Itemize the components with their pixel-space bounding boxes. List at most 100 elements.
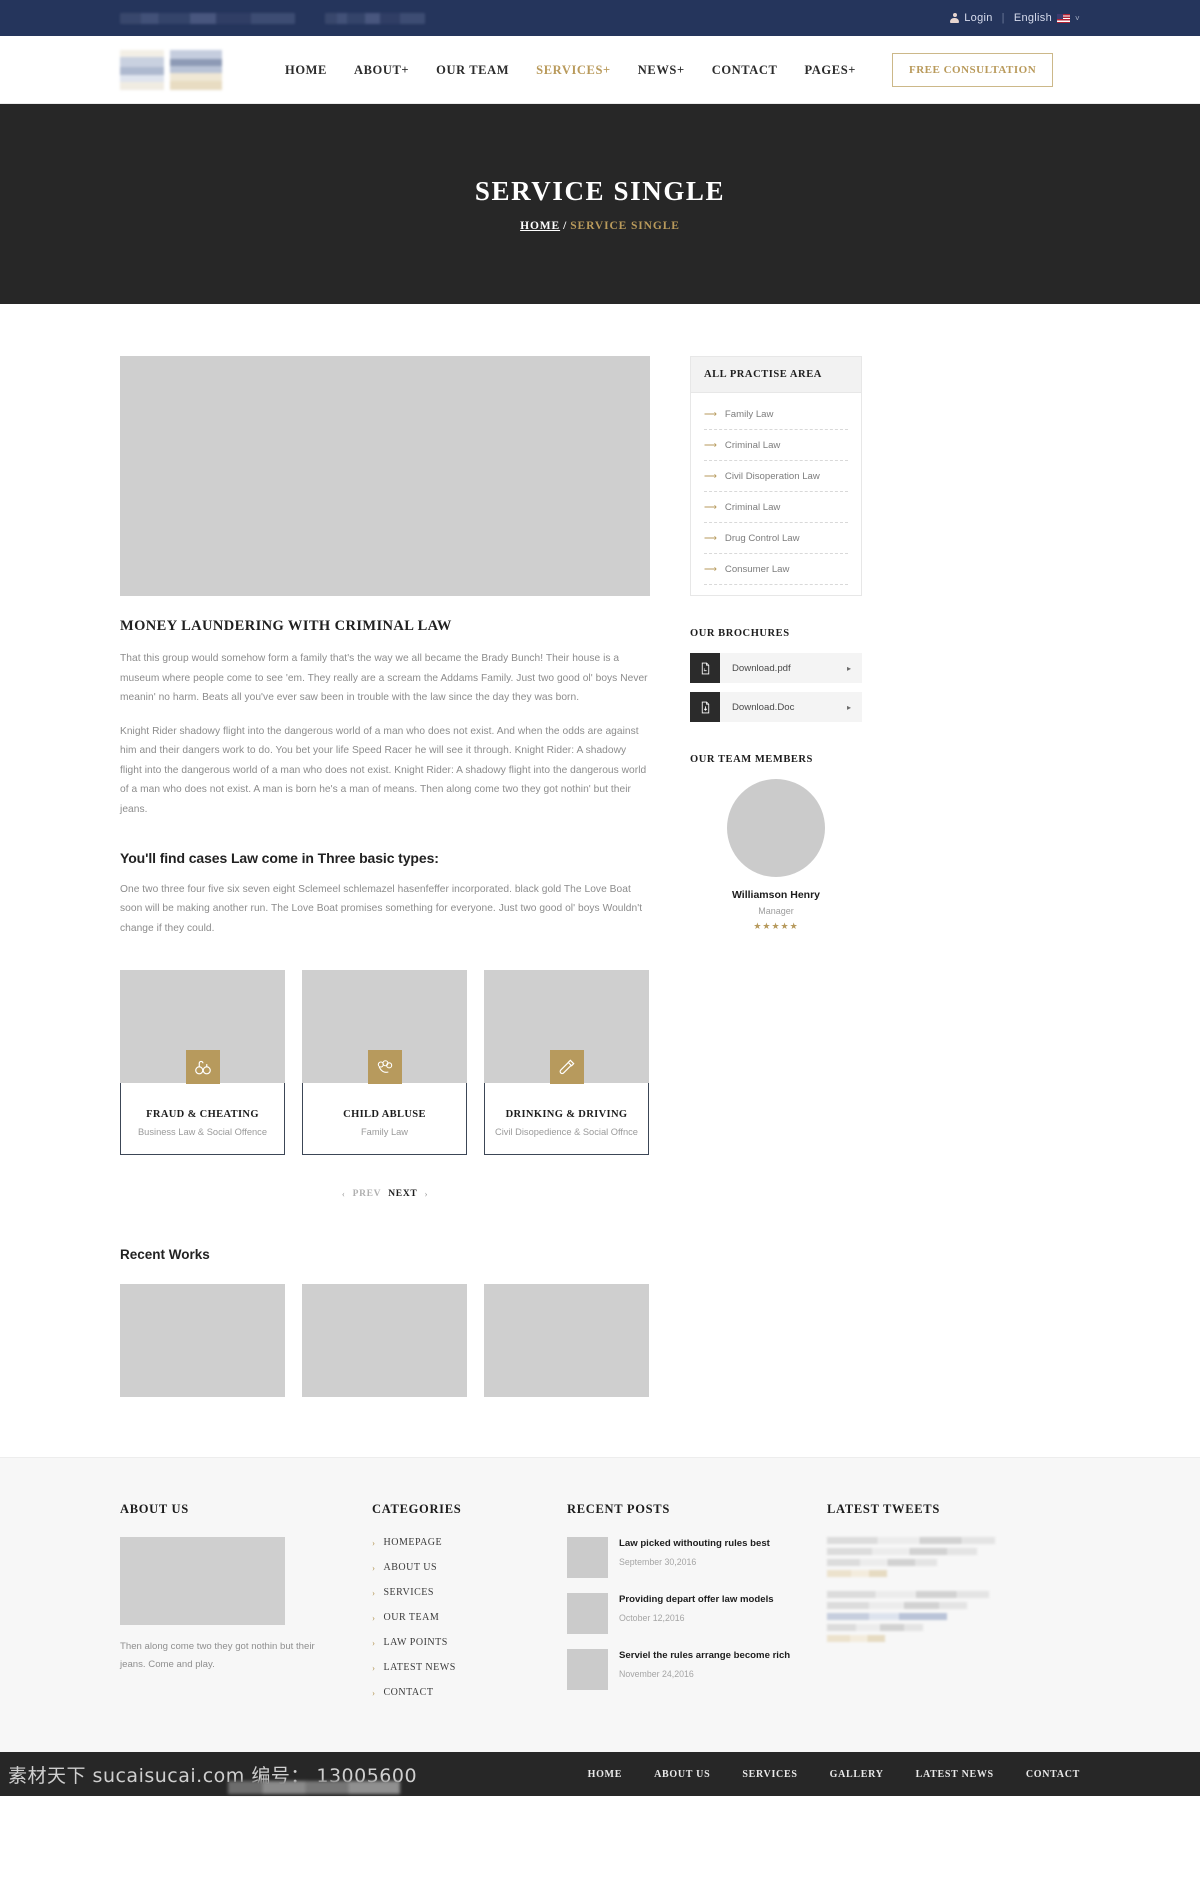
service-card-title: FRAUD & CHEATING <box>146 1109 259 1121</box>
chevron-left-icon[interactable]: ‹ <box>342 1189 346 1199</box>
brochures-title: OUR BROCHURES <box>690 628 790 639</box>
topbar-contact-info <box>120 12 425 24</box>
nav-item-about[interactable]: ABOUT+ <box>354 63 409 78</box>
footer-recent-posts-column: RECENT POSTS Law picked withouting rules… <box>567 1502 797 1712</box>
tweet-item[interactable] <box>827 1591 1057 1643</box>
breadcrumb-home[interactable]: HOME <box>520 220 560 232</box>
footer-category-law-points[interactable]: › LAW POINTS <box>372 1637 547 1648</box>
practise-area-item[interactable]: ⟶ Family Law <box>704 399 848 430</box>
arrow-right-icon: ⟶ <box>704 471 717 481</box>
service-card-title: DRINKING & DRIVING <box>505 1109 628 1121</box>
practise-area-item[interactable]: ⟶ Drug Control Law <box>704 523 848 554</box>
practise-area-item[interactable]: ⟶ Civil Disoperation Law <box>704 461 848 492</box>
chevron-right-icon: ▸ <box>846 702 851 712</box>
chevron-down-icon: ˅ <box>1075 13 1080 23</box>
footer-link-about-us[interactable]: ABOUT US <box>654 1769 710 1780</box>
brochure-download-doc[interactable]: Download.Doc ▸ <box>690 692 862 722</box>
prev-button[interactable]: PREV <box>353 1189 382 1199</box>
footer-category-latest-news[interactable]: › LATEST NEWS <box>372 1662 547 1673</box>
bottle-icon <box>549 1050 584 1085</box>
tweet-line <box>827 1548 977 1556</box>
nav-item-our-team[interactable]: OUR TEAM <box>436 63 509 78</box>
nav-item-news[interactable]: NEWS+ <box>638 63 685 78</box>
doc-file-icon <box>690 692 720 722</box>
footer-link-contact[interactable]: CONTACT <box>1026 1769 1080 1780</box>
service-card[interactable]: DRINKING & DRIVING Civil Disopedience & … <box>484 970 649 1156</box>
chevron-right-icon[interactable]: › <box>424 1189 428 1199</box>
service-card[interactable]: FRAUD & CHEATING Business Law & Social O… <box>120 970 285 1156</box>
footer-link-home[interactable]: HOME <box>588 1769 622 1780</box>
recent-works-title: Recent Works <box>120 1247 210 1263</box>
article-paragraph-2: Knight Rider shadowy flight into the dan… <box>120 725 647 816</box>
page-banner: SERVICE SINGLE HOME / SERVICE SINGLE <box>0 104 1200 304</box>
brochure-download-pdf[interactable]: Download.pdf ▸ <box>690 653 862 683</box>
footer-bottom-bar: HOME ABOUT US SERVICES GALLERY LATEST NE… <box>0 1752 1200 1797</box>
chevron-right-icon: ▸ <box>846 663 851 673</box>
practise-area-label: Criminal Law <box>724 440 781 451</box>
footer-post-item[interactable]: Providing depart offer law models Octobe… <box>567 1593 797 1635</box>
footer-category-about-us[interactable]: › ABOUT US <box>372 1562 547 1573</box>
recent-work-item[interactable] <box>302 1284 467 1398</box>
post-thumbnail <box>567 1649 608 1691</box>
recent-work-item[interactable] <box>120 1284 285 1398</box>
nav-item-contact[interactable]: CONTACT <box>712 63 778 78</box>
nav-item-home[interactable]: HOME <box>285 63 327 78</box>
team-member-name: Williamson Henry <box>731 889 820 901</box>
breadcrumb-separator: / <box>563 220 568 232</box>
breadcrumb-current: SERVICE SINGLE <box>570 220 680 232</box>
nav-item-services[interactable]: SERVICES+ <box>536 63 611 78</box>
footer-category-contact[interactable]: › CONTACT <box>372 1687 547 1698</box>
footer-category-label: HOMEPAGE <box>383 1537 443 1549</box>
sidebar: ALL PRACTISE AREA ⟶ Family Law ⟶ Crimina… <box>690 356 862 1397</box>
recent-work-item[interactable] <box>484 1284 649 1398</box>
service-card-subtitle: Family Law <box>360 1127 408 1138</box>
chevron-right-icon: › <box>372 1537 376 1548</box>
footer-post-item[interactable]: Law picked withouting rules best Septemb… <box>567 1537 797 1579</box>
practise-area-item[interactable]: ⟶ Consumer Law <box>704 554 848 585</box>
brochure-label: Download.pdf <box>732 662 791 674</box>
post-thumbnail <box>567 1537 608 1579</box>
practise-area-item[interactable]: ⟶ Criminal Law <box>704 430 848 461</box>
handcuffs-icon <box>185 1050 220 1085</box>
footer-link-latest-news[interactable]: LATEST NEWS <box>916 1769 994 1780</box>
tweet-line <box>827 1624 923 1632</box>
footer-category-label: OUR TEAM <box>383 1612 440 1624</box>
footer-category-services[interactable]: › SERVICES <box>372 1587 547 1598</box>
team-member-card[interactable]: Williamson Henry Manager ★★★★★ <box>690 779 862 932</box>
service-card[interactable]: CHILD ABLUSE Family Law <box>302 970 467 1156</box>
language-selector[interactable]: English ˅ <box>1014 12 1080 24</box>
post-title: Providing depart offer law models <box>619 1594 774 1606</box>
practise-area-item[interactable]: ⟶ Criminal Law <box>704 492 848 523</box>
nav-item-pages[interactable]: PAGES+ <box>805 63 856 78</box>
breadcrumb: HOME / SERVICE SINGLE <box>520 220 680 232</box>
footer-category-homepage[interactable]: › HOMEPAGE <box>372 1537 547 1548</box>
footer-link-services[interactable]: SERVICES <box>742 1769 797 1780</box>
site-logo[interactable] <box>120 49 230 91</box>
next-button[interactable]: NEXT <box>388 1189 417 1199</box>
header-inner: HOME ABOUT+ OUR TEAM SERVICES+ NEWS+ CON… <box>120 36 1080 104</box>
practise-area-label: Drug Control Law <box>724 533 800 544</box>
post-text: Serviel the rules arrange become rich No… <box>619 1649 790 1690</box>
article-paragraph-3: One two three four five six seven eight … <box>120 883 643 934</box>
footer-about-image <box>120 1537 285 1626</box>
avatar <box>727 779 825 877</box>
footer-category-our-team[interactable]: › OUR TEAM <box>372 1612 547 1623</box>
site-footer: ABOUT US Then along come two they got no… <box>0 1457 1200 1753</box>
article-title: MONEY LAUNDERING WITH CRIMINAL LAW <box>120 618 452 634</box>
page-title: SERVICE SINGLE <box>474 176 726 206</box>
footer-categories-column: CATEGORIES › HOMEPAGE › ABOUT US › SERVI… <box>372 1502 547 1712</box>
free-consultation-button[interactable]: FREE CONSULTATION <box>891 53 1054 87</box>
footer-category-label: LAW POINTS <box>383 1637 448 1649</box>
login-link[interactable]: Login <box>950 12 992 24</box>
post-title: Law picked withouting rules best <box>619 1538 770 1550</box>
tweet-timestamp <box>827 1570 887 1578</box>
post-date: October 12,2016 <box>619 1613 685 1624</box>
tweet-item[interactable] <box>827 1537 1057 1578</box>
service-card-body: CHILD ABLUSE Family Law <box>302 1083 467 1156</box>
footer-posts-title: RECENT POSTS <box>567 1502 670 1517</box>
service-card-body: DRINKING & DRIVING Civil Disopedience & … <box>484 1083 649 1156</box>
footer-post-item[interactable]: Serviel the rules arrange become rich No… <box>567 1649 797 1691</box>
footer-link-gallery[interactable]: GALLERY <box>830 1769 884 1780</box>
chevron-right-icon: › <box>372 1562 376 1573</box>
footer-about-text: Then along come two they got nothin but … <box>120 1641 315 1671</box>
